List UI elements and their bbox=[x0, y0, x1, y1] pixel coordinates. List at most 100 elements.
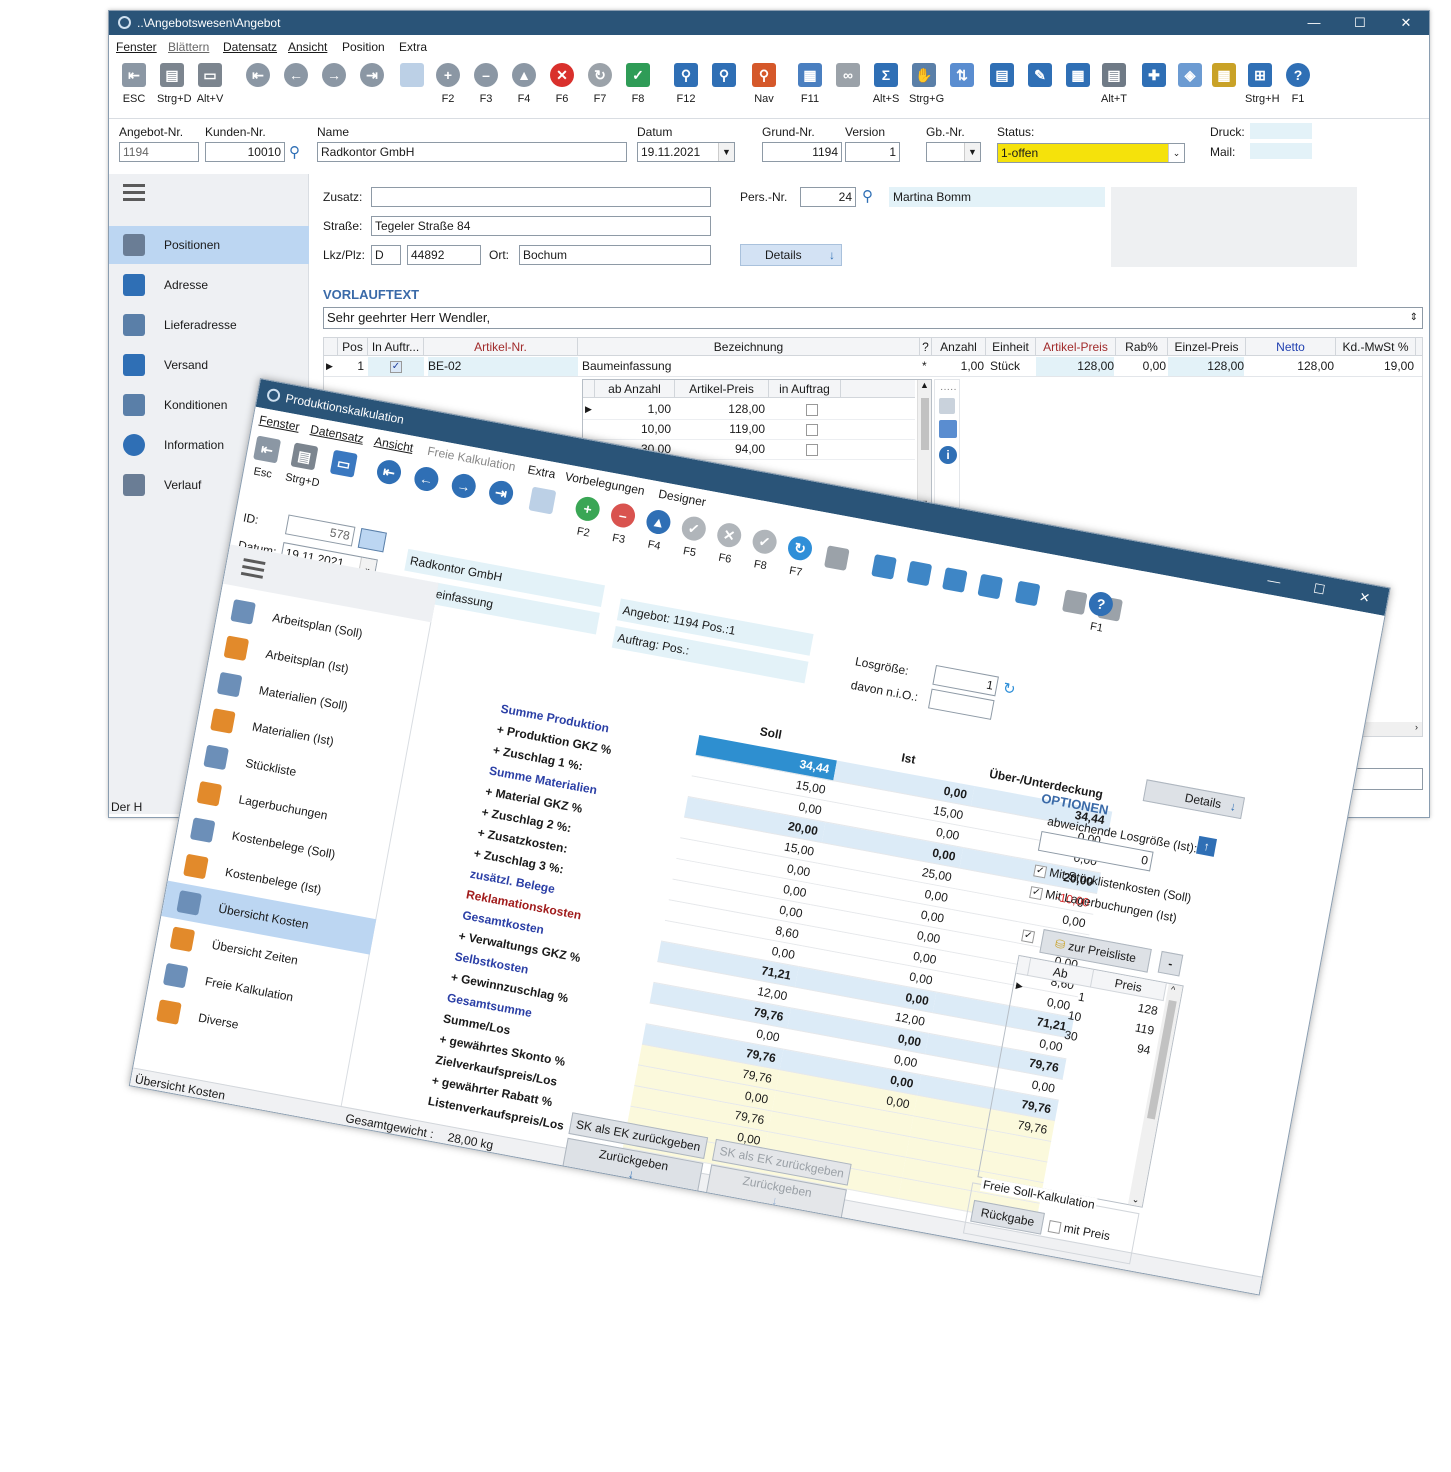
cell-bezeichnung[interactable]: Baumeinfassung bbox=[582, 357, 920, 376]
cell-artikel-nr[interactable]: BE-02 bbox=[428, 357, 578, 376]
cb-mit-preis[interactable] bbox=[1047, 1219, 1062, 1234]
details-button-2[interactable]: Details ↓ bbox=[1142, 779, 1246, 820]
cb-preisliste[interactable]: ✓ bbox=[1021, 929, 1036, 944]
sidebar-item-versand[interactable]: Versand bbox=[109, 346, 309, 384]
sidebar-item-lieferadresse[interactable]: Lieferadresse bbox=[109, 306, 309, 344]
info-small-icon[interactable]: i bbox=[939, 446, 957, 464]
document-tool[interactable]: ▤ Alt+T bbox=[1099, 63, 1129, 105]
up-tool[interactable]: ▲ F4 bbox=[509, 63, 539, 105]
col-artikel-preis[interactable]: Artikel-Preis bbox=[1036, 338, 1116, 356]
ort-field[interactable]: Bochum bbox=[519, 245, 711, 265]
calculator-icon-2[interactable] bbox=[824, 545, 850, 571]
details-button[interactable]: Details ↓ bbox=[740, 244, 842, 266]
cb-lager[interactable]: ✓ bbox=[1029, 885, 1044, 900]
id-field[interactable]: 578 bbox=[284, 514, 356, 547]
cell-artikel-preis[interactable]: 128,00 bbox=[1036, 357, 1114, 376]
blank-tool[interactable] bbox=[525, 486, 559, 515]
remove-tool[interactable]: – F3 bbox=[471, 63, 501, 105]
cell-in-auftrag-sub[interactable] bbox=[797, 440, 827, 459]
monitor-tool[interactable]: ▭ bbox=[326, 449, 361, 484]
rueckgabe-button[interactable]: Rückgabe bbox=[970, 1199, 1045, 1235]
col-in-auftrag-sub[interactable]: in Auftrag bbox=[769, 380, 841, 398]
certificate-tool[interactable]: ▤ bbox=[987, 63, 1017, 93]
menu-extra[interactable]: Extra bbox=[399, 40, 427, 54]
cell-in-auftrag[interactable]: ✓ bbox=[368, 357, 424, 376]
cell-netto[interactable]: 128,00 bbox=[1246, 357, 1334, 376]
esc-tool[interactable]: ⇤ Esc bbox=[247, 435, 284, 482]
transfer-icon[interactable] bbox=[977, 573, 1004, 600]
menu-fenster[interactable]: Fenster bbox=[116, 40, 157, 54]
handshake-tool[interactable]: ✋ Strg+G bbox=[909, 63, 944, 105]
clipboard-tool[interactable]: ▦ bbox=[1209, 63, 1239, 93]
col-bezeichnung[interactable]: Bezeichnung bbox=[578, 338, 920, 356]
grid-small-icon[interactable] bbox=[939, 420, 957, 438]
sidebar-item-positionen[interactable]: Positionen bbox=[109, 226, 309, 264]
spinner-icon[interactable]: ⇕ bbox=[1410, 308, 1418, 328]
col-mwst[interactable]: Kd.-MwSt % bbox=[1336, 338, 1416, 356]
arrow-up-icon[interactable]: ↑ bbox=[1196, 835, 1217, 857]
cell-einheit[interactable]: Stück bbox=[990, 357, 1036, 376]
minus-button[interactable]: - bbox=[1157, 950, 1184, 977]
hamburger-menu-icon[interactable] bbox=[123, 184, 145, 202]
cell-in-auftrag-sub[interactable] bbox=[797, 400, 827, 419]
cell-sub-preis[interactable]: 128,00 bbox=[675, 400, 765, 419]
monitor-tool[interactable]: ▭ Alt+V bbox=[195, 63, 225, 105]
cancel-tool[interactable]: ✕ F6 bbox=[547, 63, 577, 105]
mit-preis-row[interactable]: mit Preis bbox=[1047, 1218, 1111, 1243]
cell-einzel-preis[interactable]: 128,00 bbox=[1168, 357, 1244, 376]
calendar-icon[interactable] bbox=[1014, 580, 1041, 607]
first-record-tool[interactable]: ⇤ bbox=[243, 63, 273, 93]
grid-row-1[interactable]: ▶ 1 ✓ BE-02 Baumeinfassung * 1,00 Stück … bbox=[324, 357, 1422, 377]
col-in-auftrag[interactable]: In Auftr... bbox=[368, 338, 424, 356]
subgrid-scrollbar[interactable]: ▲ ▼ bbox=[917, 380, 931, 508]
status-dropdown-icon[interactable]: ⌄ bbox=[1168, 144, 1184, 162]
help-tool[interactable]: ? F1 bbox=[1283, 63, 1313, 105]
cell-sub-preis[interactable]: 94,00 bbox=[675, 440, 765, 459]
name-field[interactable]: Radkontor GmbH bbox=[317, 142, 627, 162]
col-anzahl[interactable]: Anzahl bbox=[932, 338, 986, 356]
puzzle-tool[interactable]: ✚ bbox=[1139, 63, 1169, 93]
menu-position[interactable]: Position bbox=[342, 40, 385, 54]
previous-record-tool[interactable]: ← bbox=[281, 63, 311, 93]
cb-stueckliste[interactable]: ✓ bbox=[1033, 864, 1048, 879]
kunden-search-icon[interactable]: ⚲ bbox=[289, 143, 300, 161]
plz-field[interactable]: 44892 bbox=[407, 245, 481, 265]
minimize-button[interactable]: — bbox=[1291, 11, 1337, 35]
datum-field[interactable]: 19.11.2021 ▼ bbox=[637, 142, 735, 162]
menu-datensatz[interactable]: Datensatz bbox=[223, 40, 277, 54]
refresh-tool[interactable]: ↻ F7 bbox=[585, 63, 615, 105]
cell-mwst[interactable]: 19,00 bbox=[1336, 357, 1414, 376]
exit-small-icon[interactable] bbox=[939, 398, 955, 414]
prev-tool[interactable]: ← bbox=[409, 464, 443, 493]
subgrid-row[interactable]: 10,00 119,00 bbox=[583, 420, 915, 440]
cell-ab-anzahl[interactable]: 1,00 bbox=[595, 400, 671, 419]
last-tool[interactable]: ⇥ bbox=[484, 478, 518, 507]
last-record-tool[interactable]: ⇥ bbox=[357, 63, 387, 93]
subgrid-row[interactable]: ▶ 1,00 128,00 bbox=[583, 400, 915, 420]
cell-in-auftrag-sub[interactable] bbox=[797, 420, 827, 439]
strasse-field[interactable]: Tegeler Straße 84 bbox=[371, 216, 711, 236]
col-einheit[interactable]: Einheit bbox=[986, 338, 1036, 356]
next-record-tool[interactable]: → bbox=[319, 63, 349, 93]
zusatz-field[interactable] bbox=[371, 187, 711, 207]
org-chart-tool[interactable]: ⊞ Strg+H bbox=[1245, 63, 1280, 105]
search-tool[interactable]: ⚲ F12 bbox=[671, 63, 701, 105]
col-sub-artikel-preis[interactable]: Artikel-Preis bbox=[675, 380, 769, 398]
col-artikel-nr[interactable]: Artikel-Nr. bbox=[424, 338, 578, 356]
col-pos[interactable]: Pos bbox=[338, 338, 368, 356]
color-swatch[interactable] bbox=[357, 527, 387, 553]
calc-tool-f8[interactable]: ✓ F8 bbox=[744, 527, 781, 574]
col-rabatt[interactable]: Rab% bbox=[1116, 338, 1168, 356]
cell-ab-anzahl[interactable]: 10,00 bbox=[595, 420, 671, 439]
calc-tool-f5[interactable]: ✓ F5 bbox=[674, 514, 711, 561]
network-tool[interactable]: ◈ bbox=[1175, 63, 1205, 93]
gb-nr-field[interactable]: ▼ bbox=[926, 142, 981, 162]
lkz-field[interactable]: D bbox=[371, 245, 401, 265]
calendar-window-tool[interactable]: ▦ F11 bbox=[795, 63, 825, 105]
menu-ansicht[interactable]: Ansicht bbox=[288, 40, 327, 54]
angebot-nr-field[interactable]: 1194 bbox=[119, 142, 199, 162]
version-field[interactable]: 1 bbox=[845, 142, 900, 162]
calc-tool-f2[interactable]: + F2 bbox=[567, 494, 604, 541]
col-question[interactable]: ? bbox=[920, 338, 932, 356]
nav-search-tool[interactable]: ⚲ Nav bbox=[749, 63, 779, 105]
